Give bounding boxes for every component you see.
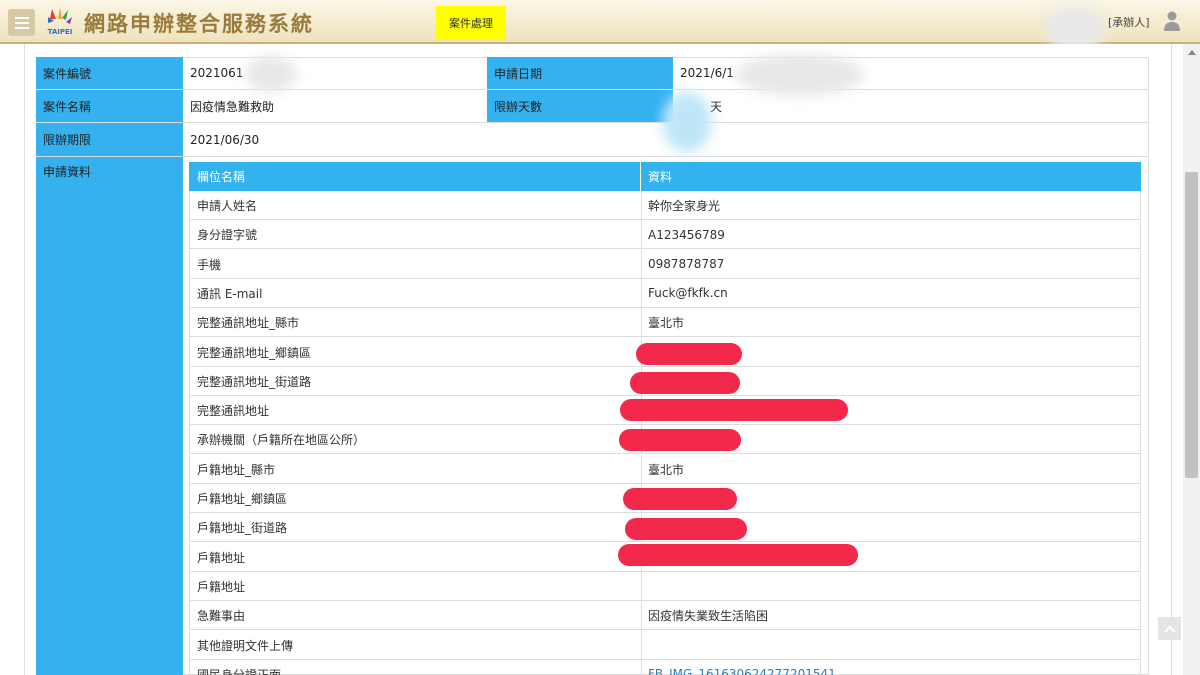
menu-icon xyxy=(14,16,29,29)
app-title: 網路申辦整合服務系統 xyxy=(84,12,314,36)
scroll-up-arrow-icon[interactable] xyxy=(1183,44,1200,60)
field-name-cell: 戶籍地址 xyxy=(197,579,246,594)
field-value-cell: 0987878787 xyxy=(648,257,725,272)
apply-table-header: 欄位名稱 資料 xyxy=(189,162,1141,191)
apply-table-row: 急難事由 因疫情失業致生活陷困 xyxy=(189,601,1141,631)
case-name-label: 案件名稱 xyxy=(36,90,183,122)
field-name-cell: 完整通訊地址_鄉鎮區 xyxy=(197,345,312,360)
apply-data-label: 申請資料 xyxy=(36,157,183,675)
field-name-cell: 國民身分證正面 xyxy=(197,667,282,675)
apply-table-row: 身分證字號 A123456789 xyxy=(189,220,1141,250)
tab-case-processing[interactable]: 案件處理 xyxy=(436,6,506,40)
field-name-cell: 完整通訊地址_街道路 xyxy=(197,374,312,389)
field-name-cell: 申請人姓名 xyxy=(197,199,258,213)
field-name-cell: 急難事由 xyxy=(197,609,246,624)
case-no-label: 案件編號 xyxy=(36,57,183,89)
field-name-cell: 完整通訊地址 xyxy=(197,404,270,419)
field-name-cell: 手機 xyxy=(197,257,222,272)
blurred-apply-date xyxy=(735,54,865,96)
deadline-date-value: 2021/06/30 xyxy=(190,132,260,147)
field-name-cell: 戶籍地址_鄉鎮區 xyxy=(197,492,288,506)
case-row-1: 案件編號 2021061 申請日期 2021/6/1 xyxy=(36,57,1148,90)
apply-table-row: 手機 0987878787 xyxy=(189,249,1141,279)
field-value-cell: 臺北市 xyxy=(648,462,685,477)
hamburger-menu-button[interactable] xyxy=(8,9,35,36)
file-link[interactable]: FB_IMG_161630624277201541 xyxy=(648,660,836,675)
chevron-up-icon xyxy=(1163,625,1176,633)
top-bar: TAIPEI 網路申辦整合服務系統 案件處理 [承辦人] xyxy=(0,0,1200,52)
deadline-days-value: 天 xyxy=(710,99,723,114)
field-name-cell: 戶籍地址 xyxy=(197,550,246,565)
case-no-value: 2021061 xyxy=(190,66,244,80)
apply-table-row: 完整通訊地址_縣市 臺北市 xyxy=(189,308,1141,338)
user-icon[interactable] xyxy=(1164,11,1180,31)
user-role-label: [承辦人] xyxy=(1108,16,1150,29)
redaction-mark xyxy=(625,518,747,540)
redaction-mark xyxy=(619,429,741,451)
blurred-days xyxy=(662,92,712,152)
field-name-cell: 通訊 E-mail xyxy=(197,286,263,301)
field-value-cell: 幹你全家身光 xyxy=(648,199,721,213)
apply-table-row: 通訊 E-mail Fuck@fkfk.cn xyxy=(189,278,1141,308)
field-name-cell: 完整通訊地址_縣市 xyxy=(197,316,300,331)
field-value-cell: 臺北市 xyxy=(648,316,685,331)
redaction-mark xyxy=(636,343,742,365)
taipei-logo: TAIPEI xyxy=(44,5,76,37)
deadline-days-label: 限辦天數 xyxy=(487,90,673,122)
field-value-cell: Fuck@fkfk.cn xyxy=(648,286,728,301)
redaction-mark xyxy=(618,544,858,566)
blurred-case-no xyxy=(245,56,297,92)
field-value-cell: A123456789 xyxy=(648,227,725,242)
apply-table-row: 戶籍地址_縣市 臺北市 xyxy=(189,454,1141,484)
redaction-mark xyxy=(623,488,737,510)
col-header-value: 資料 xyxy=(648,170,673,184)
apply-table-row: 其他證明文件上傳 xyxy=(189,630,1141,660)
apply-date-label: 申請日期 xyxy=(487,57,673,89)
field-name-cell: 戶籍地址_街道路 xyxy=(197,521,288,536)
col-header-field: 欄位名稱 xyxy=(197,170,246,184)
deadline-date-label: 限辦期限 xyxy=(36,123,183,156)
case-row-2: 案件名稱 因疫情急難救助 限辦天數 天 xyxy=(36,90,1148,123)
case-name-value: 因疫情急難救助 xyxy=(190,99,275,114)
apply-table-row: 國民身分證正面 FB_IMG_161630624277201541 xyxy=(189,659,1141,675)
field-name-cell: 承辦機關（戶籍所在地區公所） xyxy=(197,433,366,448)
redaction-mark xyxy=(630,372,740,394)
field-name-cell: 戶籍地址_縣市 xyxy=(197,462,276,477)
apply-table-row: 戶籍地址 xyxy=(189,571,1141,601)
field-value-cell: 因疫情失業致生活陷困 xyxy=(648,609,769,624)
field-name-cell: 其他證明文件上傳 xyxy=(197,638,294,653)
redaction-mark xyxy=(620,399,848,421)
back-to-top-button[interactable] xyxy=(1158,617,1181,640)
case-row-3: 限辦期限 2021/06/30 xyxy=(36,123,1148,157)
scrollbar-thumb[interactable] xyxy=(1185,172,1198,478)
svg-text:TAIPEI: TAIPEI xyxy=(48,28,73,36)
apply-table-row: 申請人姓名 幹你全家身光 xyxy=(189,191,1141,220)
vertical-scrollbar[interactable] xyxy=(1183,44,1200,675)
field-name-cell: 身分證字號 xyxy=(197,228,258,243)
